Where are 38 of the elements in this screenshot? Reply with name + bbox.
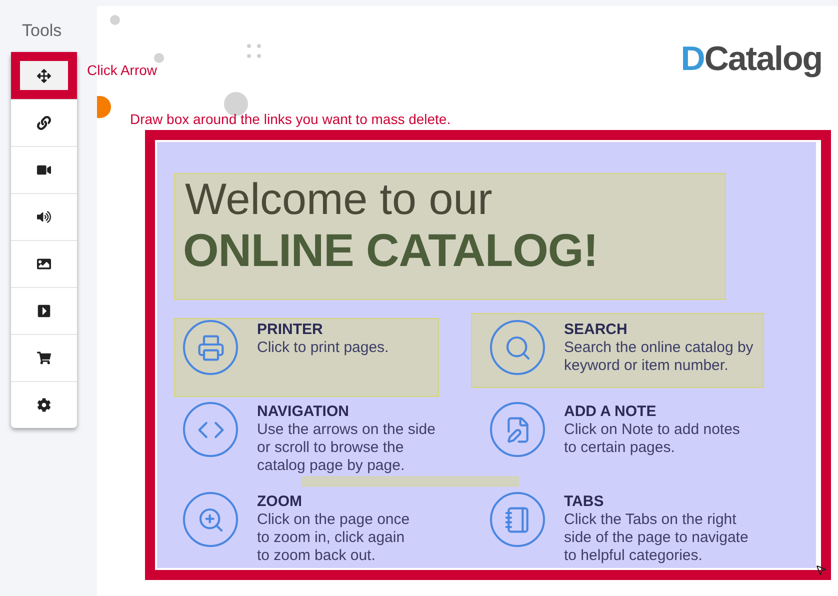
note-icon — [490, 402, 545, 457]
tool-button[interactable] — [11, 52, 77, 99]
speaker-icon — [37, 210, 51, 224]
instruction-text: Draw box around the links you want to mass delete. — [130, 110, 451, 129]
feature-title: PRINTER — [257, 320, 324, 339]
zoom-in-icon — [183, 492, 238, 547]
feature-title: ZOOM — [257, 492, 303, 511]
catalog-heading: Welcome to our — [185, 176, 494, 224]
feature-description: Use the arrows on the side or scroll to browse the catalog page by page. — [257, 421, 436, 475]
mouse-cursor-icon — [815, 564, 827, 576]
feature-title: TABS — [564, 492, 605, 511]
settings-icon — [37, 398, 51, 412]
link-area[interactable] — [174, 173, 726, 300]
link-area[interactable] — [471, 313, 764, 388]
link-icon — [37, 116, 51, 130]
code-brackets-icon — [183, 402, 238, 457]
link-area[interactable] — [174, 318, 439, 397]
semicircle-marker — [97, 96, 111, 118]
video-camera-icon — [37, 163, 51, 177]
feature-description: Click to print pages. — [257, 339, 389, 357]
drag-handle-icon — [247, 44, 261, 58]
logo: DCatalog — [680, 42, 822, 76]
feature-title: NAVIGATION — [257, 402, 350, 421]
feature-description: Search the online catalog by keyword or item number. — [564, 339, 754, 375]
feature-description: Click on Note to add notes to certain pages. — [564, 421, 740, 457]
cart-icon — [37, 351, 51, 365]
catalog-heading-bold: ONLINE CATALOG! — [183, 224, 599, 276]
feature-title: SEARCH — [564, 320, 628, 339]
feature-description: Click the Tabs on the right side of the page to navigate to helpful categories. — [564, 511, 748, 565]
notebook-icon — [490, 492, 545, 547]
printer-icon — [183, 320, 238, 375]
search-icon — [490, 320, 545, 375]
tools-title: Tools — [22, 20, 63, 42]
feature-description: Click on the page once to zoom in, click again to zoom back out. — [257, 511, 410, 565]
click-hint: Click Arrow — [87, 61, 158, 80]
move-icon — [37, 68, 51, 82]
image-icon — [37, 257, 51, 271]
feature-title: ADD A NOTE — [564, 402, 658, 421]
